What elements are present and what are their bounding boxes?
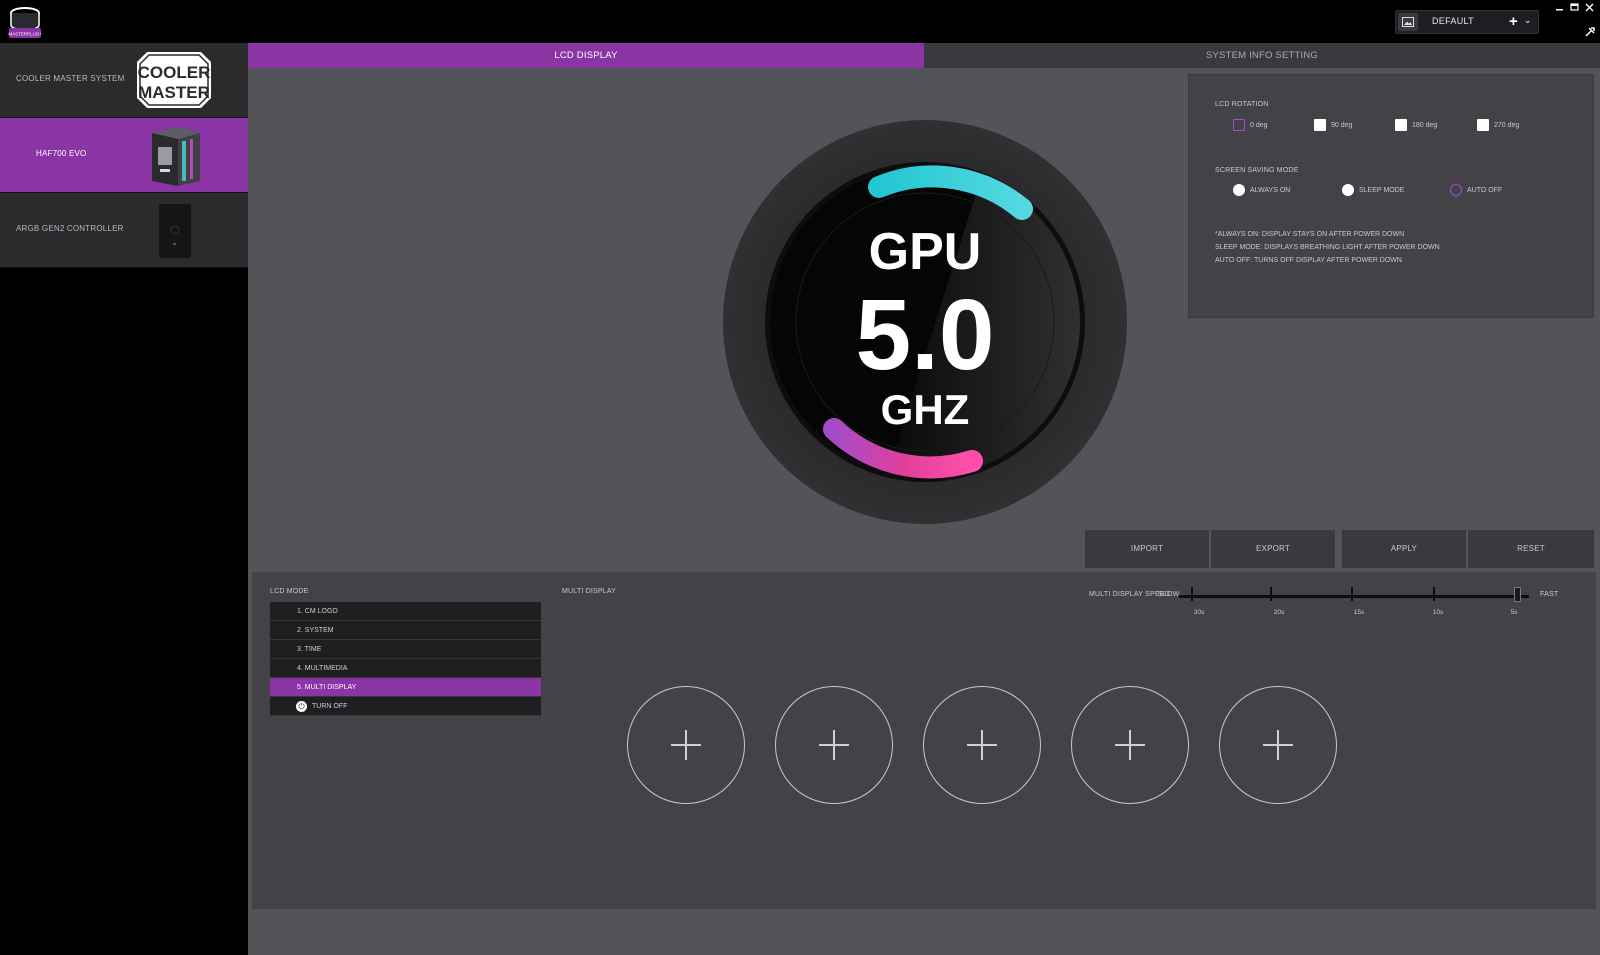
slider-tick [1191, 587, 1193, 601]
svg-text:MASTERPLUS+: MASTERPLUS+ [8, 32, 42, 37]
mode-area: LCD MODE 1. CM LOGO 2. SYSTEM 3. TIME 4.… [248, 570, 1600, 955]
multi-display-heading: MULTI DISPLAY [562, 588, 617, 595]
slider-tick [1351, 587, 1353, 601]
svg-text:COOLER: COOLER [138, 63, 211, 82]
fast-label: FAST [1540, 591, 1559, 598]
preview-unit: GHZ [881, 386, 970, 433]
cooler-master-logo: COOLER MASTER [133, 48, 215, 117]
rotation-180-option[interactable]: 180 deg [1395, 119, 1437, 131]
export-button[interactable]: EXPORT [1211, 530, 1335, 568]
radio[interactable] [1233, 184, 1245, 196]
screen-saving-heading: SCREEN SAVING MODE [1215, 167, 1299, 174]
plus-icon [1277, 730, 1279, 760]
radio[interactable] [1342, 184, 1354, 196]
add-display-slot-3[interactable] [923, 686, 1041, 804]
device-haf700-evo[interactable]: HAF700 EVO [0, 118, 248, 193]
plus-icon [1129, 730, 1131, 760]
masterplus-logo: MASTERPLUS+ [6, 4, 44, 40]
tick-label: 10s [1432, 609, 1444, 616]
preview-value: 5.0 [855, 279, 994, 391]
plus-icon [981, 730, 983, 760]
sleep-mode-option[interactable]: SLEEP MODE [1342, 184, 1404, 196]
close-button[interactable] [1585, 3, 1594, 15]
apply-button[interactable]: APPLY [1342, 530, 1466, 568]
mode-item-cm-logo[interactable]: 1. CM LOGO [270, 602, 541, 621]
turn-off-button[interactable]: ⏻ TURN OFF [270, 697, 541, 716]
rotation-90-option[interactable]: 90 deg [1314, 119, 1352, 131]
device-label: ARGB GEN2 CONTROLLER [16, 224, 124, 233]
tab-bar: LCD DISPLAY SYSTEM INFO SETTING [248, 43, 1600, 68]
tick-label: 30s [1193, 609, 1205, 616]
tick-label: 20s [1273, 609, 1285, 616]
lcd-mode-list: 1. CM LOGO 2. SYSTEM 3. TIME 4. MULTIMED… [270, 602, 541, 716]
chevron-down-icon[interactable]: ⌄ [1524, 15, 1532, 26]
radio[interactable] [1450, 184, 1462, 196]
slider-track[interactable] [1179, 595, 1529, 598]
mode-item-system[interactable]: 2. SYSTEM [270, 621, 541, 640]
plus-icon [833, 730, 835, 760]
checkbox[interactable] [1314, 119, 1326, 131]
checkbox[interactable] [1233, 119, 1245, 131]
mode-item-time[interactable]: 3. TIME [270, 640, 541, 659]
profile-image-icon[interactable] [1398, 13, 1418, 31]
profile-name: DEFAULT [1432, 16, 1474, 26]
slider-tick [1270, 587, 1272, 601]
lcd-mode-heading: LCD MODE [270, 588, 309, 595]
title-bar: MASTERPLUS+ DEFAULT + ⌄ [0, 0, 1600, 43]
slider-handle[interactable] [1514, 587, 1521, 602]
device-label: HAF700 EVO [36, 149, 87, 158]
rotation-0-option[interactable]: 0 deg [1233, 119, 1268, 131]
add-display-slot-1[interactable] [627, 686, 745, 804]
svg-text:MASTER: MASTER [138, 83, 210, 102]
checkbox[interactable] [1395, 119, 1407, 131]
mode-item-multimedia[interactable]: 4. MULTIMEDIA [270, 659, 541, 678]
add-profile-button[interactable]: + [1509, 13, 1518, 30]
lcd-preview: GPU 5.0 GHZ [722, 119, 1128, 525]
power-icon: ⏻ [296, 700, 307, 712]
add-display-slot-5[interactable] [1219, 686, 1337, 804]
lcd-preview-area: GPU 5.0 GHZ LCD ROTATION 0 deg 90 deg 18… [248, 68, 1600, 570]
minimize-button[interactable] [1555, 3, 1564, 15]
add-display-slot-2[interactable] [775, 686, 893, 804]
mode-panel: LCD MODE 1. CM LOGO 2. SYSTEM 3. TIME 4.… [252, 572, 1596, 909]
pc-case-image [148, 125, 203, 192]
preview-title: GPU [869, 223, 982, 281]
device-cooler-master-system[interactable]: COOLER MASTER SYSTEM COOLER MASTER [0, 43, 248, 118]
tick-label: 5s [1510, 609, 1518, 616]
controller-image [158, 203, 192, 264]
add-display-slot-4[interactable] [1071, 686, 1189, 804]
tick-label: 15s [1353, 609, 1365, 616]
tab-system-info-setting[interactable]: SYSTEM INFO SETTING [924, 43, 1600, 68]
lcd-rotation-heading: LCD ROTATION [1215, 101, 1269, 108]
checkbox[interactable] [1477, 119, 1489, 131]
slow-label: SLOW [1158, 591, 1180, 598]
tools-icon[interactable] [1585, 27, 1595, 40]
device-argb-gen2-controller[interactable]: ARGB GEN2 CONTROLLER [0, 193, 248, 268]
device-label: COOLER MASTER SYSTEM [16, 74, 125, 83]
always-on-option[interactable]: ALWAYS ON [1233, 184, 1290, 196]
auto-off-option[interactable]: AUTO OFF [1450, 184, 1502, 196]
note-always-on: *ALWAYS ON: DISPLAY STAYS ON AFTER POWER… [1215, 231, 1405, 238]
slider-tick [1433, 587, 1435, 601]
maximize-button[interactable] [1570, 3, 1579, 15]
reset-button[interactable]: RESET [1468, 530, 1594, 568]
rotation-270-option[interactable]: 270 deg [1477, 119, 1519, 131]
tab-lcd-display[interactable]: LCD DISPLAY [248, 43, 924, 68]
mode-item-multi-display[interactable]: 5. MULTI DISPLAY [270, 678, 541, 697]
profile-selector[interactable]: DEFAULT + ⌄ [1395, 10, 1539, 34]
plus-icon [685, 730, 687, 760]
device-sidebar: COOLER MASTER SYSTEM COOLER MASTER HAF70… [0, 43, 248, 955]
import-button[interactable]: IMPORT [1085, 530, 1209, 568]
lcd-settings-panel: LCD ROTATION 0 deg 90 deg 180 deg 270 de… [1188, 74, 1594, 318]
note-sleep-mode: SLEEP MODE: DISPLAYS BREATHING LIGHT AFT… [1215, 244, 1440, 251]
note-auto-off: AUTO OFF: TURNS OFF DISPLAY AFTER POWER … [1215, 257, 1402, 264]
